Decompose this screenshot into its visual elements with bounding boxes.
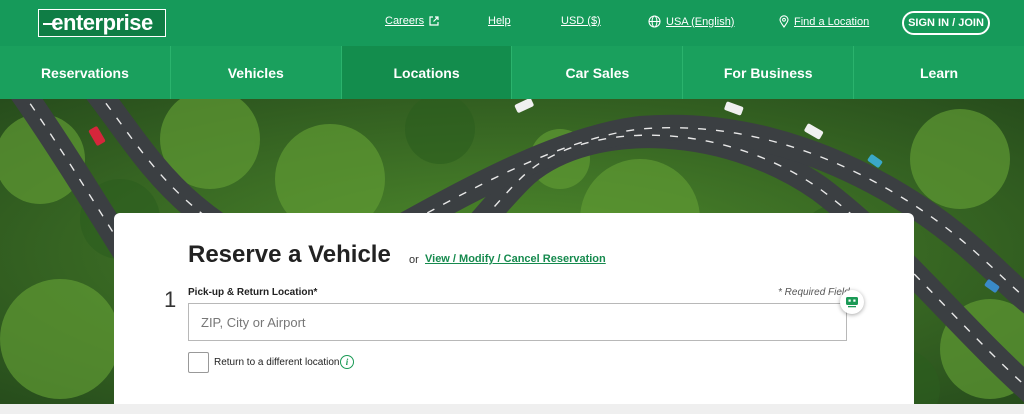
- logo-dash: [43, 23, 57, 25]
- nav-item-for-business[interactable]: For Business: [683, 46, 855, 99]
- external-link-icon: [429, 16, 439, 26]
- top-header: enterprise Careers Help USD ($) USA (Eng…: [0, 0, 1024, 46]
- help-link[interactable]: Help: [488, 15, 511, 27]
- nav-item-learn[interactable]: Learn: [854, 46, 1024, 99]
- location-pin-icon: [779, 15, 789, 28]
- required-field-note: * Required Field: [778, 287, 850, 298]
- find-location-link[interactable]: Find a Location: [779, 15, 869, 28]
- currency-label: USD ($): [561, 15, 601, 27]
- help-label: Help: [488, 15, 511, 27]
- step-number: 1: [164, 287, 177, 312]
- return-different-location-label[interactable]: Return to a different location: [214, 357, 339, 368]
- location-field-label: Pick-up & Return Location*: [188, 287, 318, 298]
- nav-item-car-sales[interactable]: Car Sales: [512, 46, 684, 99]
- return-different-location-checkbox[interactable]: [188, 352, 209, 373]
- sign-in-button[interactable]: SIGN IN / JOIN: [902, 11, 990, 35]
- globe-icon: [648, 15, 661, 28]
- page-bottom-strip: [0, 404, 1024, 414]
- location-search-input[interactable]: [188, 303, 847, 341]
- chat-button[interactable]: [840, 290, 864, 314]
- nav-item-locations[interactable]: Locations: [341, 46, 513, 99]
- logo-text: enterprise: [51, 10, 153, 35]
- find-location-label: Find a Location: [794, 15, 870, 28]
- or-separator: or: [409, 254, 419, 266]
- nav-item-vehicles[interactable]: Vehicles: [171, 46, 342, 99]
- careers-link[interactable]: Careers: [385, 15, 439, 27]
- reserve-card: Reserve a Vehicle or View / Modify / Can…: [114, 213, 914, 414]
- chat-icon: [846, 297, 858, 308]
- region-label: USA (English): [666, 15, 735, 28]
- region-selector[interactable]: USA (English): [648, 15, 734, 28]
- nav-item-reservations[interactable]: Reservations: [0, 46, 171, 99]
- enterprise-logo[interactable]: enterprise: [38, 9, 166, 37]
- currency-selector[interactable]: USD ($): [561, 15, 601, 27]
- info-icon[interactable]: i: [340, 355, 354, 369]
- main-nav: Reservations Vehicles Locations Car Sale…: [0, 46, 1024, 99]
- page-title: Reserve a Vehicle: [188, 241, 391, 268]
- careers-label: Careers: [385, 15, 425, 27]
- modify-reservation-link[interactable]: View / Modify / Cancel Reservation: [425, 253, 606, 265]
